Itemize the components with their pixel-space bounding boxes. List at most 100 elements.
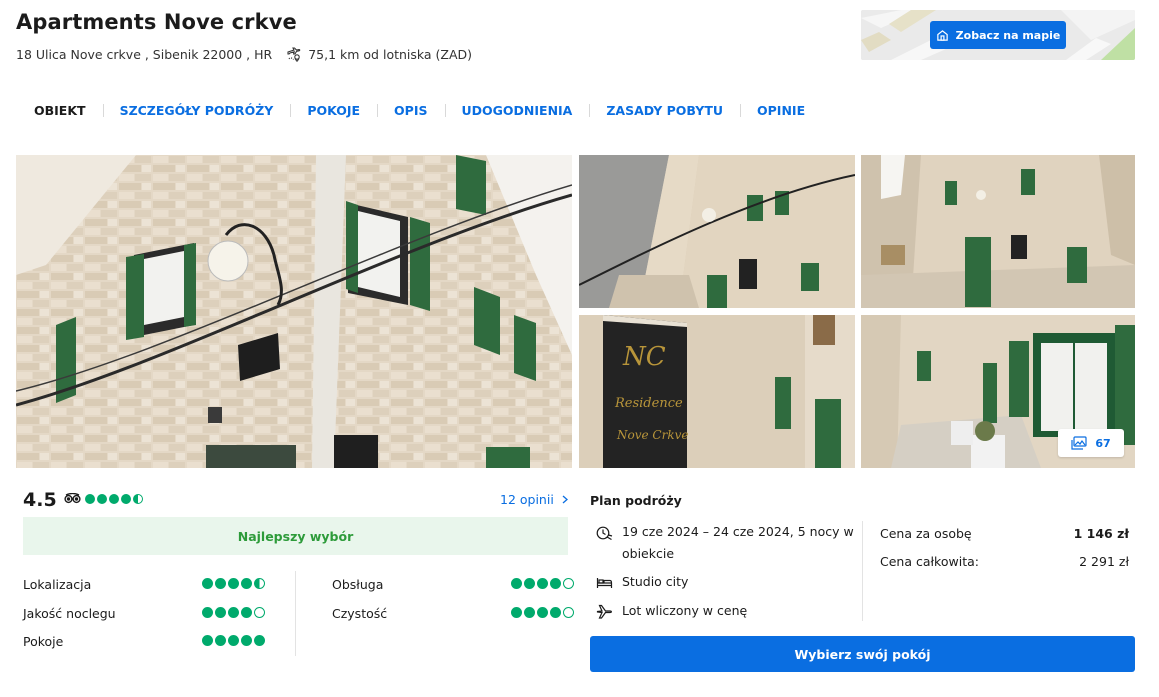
trip-plan-title: Plan podróży (590, 493, 682, 508)
rating-bubble (121, 493, 131, 504)
rating-bubble (202, 635, 213, 646)
category-label-quality: Jakość noclegu (23, 606, 116, 621)
calendar-icon (596, 526, 613, 541)
category-label-rooms: Pokoje (23, 634, 64, 649)
hotel-name: Apartments Nove crkve (16, 10, 297, 34)
rating-bubble (524, 578, 535, 589)
tripadvisor-bubbles (85, 493, 143, 504)
rating-bubble (228, 607, 239, 618)
trip-dates-line1: 19 cze 2024 – 24 cze 2024, 5 nocy w (622, 524, 854, 539)
price-per-person-label: Cena za osobę (880, 526, 972, 541)
rating-bubble (241, 635, 252, 646)
airport-distance: 75,1 km od lotniska (ZAD) (286, 46, 472, 62)
rating-bubble (563, 607, 574, 618)
rating-bubble (254, 635, 265, 646)
category-rating-quality (202, 607, 265, 618)
rating-bubble (241, 578, 252, 589)
tab-amenities[interactable]: UDOGODNIENIA (444, 96, 590, 124)
trip-flight: Lot wliczony w cenę (596, 600, 747, 622)
tab-description[interactable]: OPIS (377, 96, 444, 124)
category-rating-location (202, 578, 265, 589)
best-choice-badge: Najlepszy wybór (23, 517, 568, 555)
tripadvisor-icon (64, 493, 81, 504)
rating-bubble (254, 607, 265, 618)
price-divider (862, 521, 863, 621)
chevron-right-icon (562, 495, 568, 504)
gallery-photo-5[interactable]: 67 (861, 315, 1135, 468)
tab-obiekt[interactable]: OBIEKT (16, 96, 103, 124)
trip-dates: 19 cze 2024 – 24 cze 2024, 5 nocy w obie… (596, 521, 854, 565)
tab-reviews[interactable]: OPINIE (740, 96, 822, 124)
plane-icon (596, 604, 612, 619)
svg-text:Nove Crkve: Nove Crkve (616, 428, 689, 442)
rating-bubble (511, 578, 522, 589)
gallery-photo-4[interactable]: NC Residence Nove Crkve (579, 315, 855, 468)
rating-bubble (537, 578, 548, 589)
trip-room-text: Studio city (622, 574, 689, 589)
category-rating-cleanliness (511, 607, 574, 618)
trip-dates-line2: obiekcie (622, 546, 675, 561)
bed-icon (596, 578, 613, 588)
price-total-label: Cena całkowita: (880, 554, 979, 569)
photo-count-value: 67 (1095, 436, 1111, 450)
price-total-value: 2 291 zł (1079, 554, 1129, 569)
rating-bubble (254, 578, 265, 589)
hotel-address: 18 Ulica Nove crkve , Sibenik 22000 , HR (16, 46, 273, 62)
opinions-link-label: 12 opinii (500, 492, 554, 507)
rating-bubble (563, 578, 574, 589)
category-label-location: Lokalizacja (23, 577, 92, 592)
opinions-link[interactable]: 12 opinii (500, 492, 568, 507)
rating-score: 4.5 (23, 489, 57, 511)
show-on-map-button[interactable]: Zobacz na mapie (930, 21, 1066, 49)
ratings-divider (295, 571, 296, 656)
category-label-cleanliness: Czystość (332, 606, 388, 621)
rating-bubble (228, 635, 239, 646)
rating-bubble (109, 493, 119, 504)
rating-bubble (550, 607, 561, 618)
rating-bubble (228, 578, 239, 589)
residence-sign-image: NC Residence Nove Crkve (579, 315, 855, 468)
map-preview[interactable]: Zobacz na mapie (861, 10, 1135, 60)
trip-room: Studio city (596, 571, 688, 593)
tab-trip-details[interactable]: SZCZEGÓŁY PODRÓŻY (102, 96, 291, 124)
section-tabs: OBIEKT SZCZEGÓŁY PODRÓŻY POKOJE OPIS UDO… (16, 96, 822, 124)
rating-bubble (133, 493, 143, 504)
category-rating-rooms (202, 635, 265, 646)
rating-bubble (215, 635, 226, 646)
rating-bubble (550, 578, 561, 589)
airport-distance-icon (287, 47, 301, 62)
airport-distance-text: 75,1 km od lotniska (ZAD) (308, 46, 473, 62)
category-label-service: Obsługa (332, 577, 384, 592)
show-on-map-label: Zobacz na mapie (955, 28, 1061, 42)
hotel-location-row: 18 Ulica Nove crkve , Sibenik 22000 , HR… (16, 46, 472, 62)
gallery-photo-3[interactable] (861, 155, 1135, 308)
gallery-photo-2[interactable] (579, 155, 855, 308)
tab-rooms[interactable]: POKOJE (290, 96, 377, 124)
building-facade-image (16, 155, 572, 468)
photos-icon (1071, 436, 1087, 450)
rating-bubble (97, 493, 107, 504)
gallery-photo-main[interactable] (16, 155, 572, 468)
rating-bubble (202, 578, 213, 589)
street-view-image (579, 155, 855, 308)
rating-bubble (215, 607, 226, 618)
price-per-person-value: 1 146 zł (1073, 526, 1129, 541)
rating-bubble (511, 607, 522, 618)
tripadvisor-rating (64, 493, 143, 504)
rating-bubble (85, 493, 95, 504)
rating-bubble (524, 607, 535, 618)
choose-room-button[interactable]: Wybierz swój pokój (590, 636, 1135, 672)
rating-bubble (537, 607, 548, 618)
rating-bubble (202, 607, 213, 618)
svg-text:NC: NC (622, 342, 666, 372)
photo-gallery: NC Residence Nove Crkve 67 (16, 155, 1135, 468)
alley-image (861, 155, 1135, 308)
map-pin-icon (936, 29, 948, 41)
rating-bubble (215, 578, 226, 589)
rating-bubble (241, 607, 252, 618)
photo-count-button[interactable]: 67 (1058, 429, 1124, 457)
trip-flight-text: Lot wliczony w cenę (622, 603, 748, 618)
svg-text:Residence: Residence (614, 396, 683, 411)
category-rating-service (511, 578, 574, 589)
tab-house-rules[interactable]: ZASADY POBYTU (589, 96, 740, 124)
